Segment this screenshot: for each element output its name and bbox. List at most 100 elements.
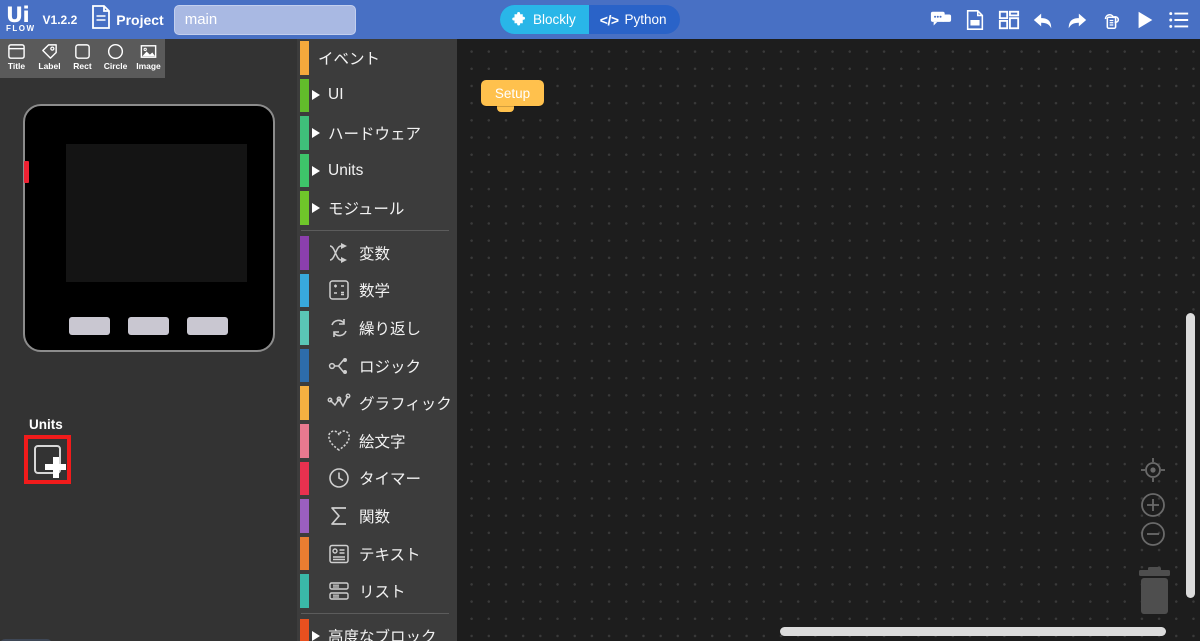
zoom-in-icon[interactable] [1140,492,1166,518]
device-button-b[interactable] [128,317,169,335]
play-icon[interactable] [1134,9,1156,31]
widget-label-label: Label [38,61,61,71]
variables-icon [312,241,351,265]
logic-icon [312,354,351,378]
zoom-out-icon[interactable] [1140,521,1166,547]
device-button-a[interactable] [69,317,110,335]
center-view-icon[interactable] [1140,457,1166,483]
circle-icon [106,42,125,61]
category-2[interactable]: ハードウェア [297,114,457,152]
function-icon [312,504,351,528]
setup-block[interactable]: Setup [481,80,544,106]
category-4[interactable]: モジュール [297,189,457,227]
category-5[interactable]: 変数 [297,234,457,272]
category-color-swatch [300,78,309,113]
list-icon [312,579,351,603]
layout-grid-icon[interactable] [998,9,1020,31]
category-color-swatch [300,273,309,308]
redo-arrow-icon[interactable] [1066,9,1088,31]
category-label: テキスト [359,546,421,564]
puzzle-icon [511,12,527,27]
category-color-swatch [300,461,309,496]
trash-icon[interactable] [1131,567,1178,622]
category-0[interactable]: イベント [297,39,457,77]
widget-toolbar: Title Label Rect Circle Image [0,39,165,78]
category-1[interactable]: UI [297,77,457,115]
app-logo: Ui FLOW [6,2,36,33]
code-brackets-icon: </> [599,11,619,28]
category-color-swatch [300,41,309,75]
category-6[interactable]: 数学 [297,272,457,310]
category-8[interactable]: ロジック [297,347,457,385]
category-color-swatch [300,116,309,150]
uiflow-app: Ui FLOW V1.2.2 Project Blockly </> Pytho… [0,0,1200,641]
category-13[interactable]: テキスト [297,535,457,573]
category-color-swatch [300,536,309,571]
top-bar: Ui FLOW V1.2.2 Project Blockly </> Pytho… [0,0,1200,39]
workspace-horizontal-scrollbar[interactable] [780,627,1166,636]
chevron-right-icon [312,127,320,138]
category-12[interactable]: 関数 [297,497,457,535]
category-7[interactable]: 繰り返し [297,309,457,347]
setup-block-notch [497,105,514,112]
category-14[interactable]: リスト [297,572,457,610]
device-preview[interactable] [23,104,275,352]
category-10[interactable]: 絵文字 [297,422,457,460]
widget-image-label: Image [136,61,161,71]
math-icon [312,278,351,302]
logo-primary-text: Ui [6,2,30,27]
tag-icon [40,42,59,61]
graphics-icon [312,391,351,415]
blockly-workspace[interactable]: Setup [457,39,1200,641]
category-label: ロジック [359,358,422,376]
category-label: タイマー [359,471,422,489]
widget-title[interactable]: Title [0,39,33,78]
widget-image[interactable]: Image [132,39,165,78]
editor-mode-toggle: Blockly </> Python [500,5,680,34]
category-color-swatch [300,423,309,458]
category-label: リスト [359,584,406,602]
undo-arrow-icon[interactable] [1032,9,1054,31]
category-color-swatch [300,311,309,345]
tab-python[interactable]: </> Python [589,5,680,34]
logo-secondary-text: FLOW [6,23,36,33]
category-label: イベント [318,50,381,68]
plus-icon [34,445,66,478]
device-screen[interactable] [66,144,247,282]
timer-icon [312,466,351,490]
category-color-swatch [300,499,309,533]
project-label: Project [116,11,164,28]
category-label: 繰り返し [359,320,422,338]
workspace-vertical-scrollbar[interactable] [1186,313,1195,598]
file-text-icon[interactable] [964,9,986,31]
device-button-c[interactable] [187,317,228,335]
widget-circle-label: Circle [103,61,128,71]
widget-circle[interactable]: Circle [99,39,132,78]
category-9[interactable]: グラフィック [297,384,457,422]
category-11[interactable]: タイマー [297,460,457,498]
add-unit-button[interactable] [24,435,71,484]
category-separator [301,229,449,231]
widget-label[interactable]: Label [33,39,66,78]
category-color-swatch [300,235,309,270]
category-color-swatch [300,348,309,383]
category-label: Units [328,161,364,179]
chevron-right-icon [312,630,320,641]
tab-blockly[interactable]: Blockly [500,5,589,34]
chat-bubbles-icon[interactable] [930,9,952,31]
category-label: 関数 [359,508,391,526]
cloud-download-icon[interactable] [1100,9,1122,31]
category-label: 数学 [359,283,391,301]
category-label: モジュール [328,201,405,219]
category-label: 絵文字 [359,433,406,451]
tab-python-label: Python [624,12,667,27]
category-label: グラフィック [359,396,452,414]
hamburger-menu-icon[interactable] [1168,9,1190,31]
loop-icon [312,316,351,340]
category-3[interactable]: Units [297,152,457,190]
widget-rect[interactable]: Rect [66,39,99,78]
category-15[interactable]: 高度なブロック [297,617,457,641]
chevron-right-icon [312,203,320,214]
project-name-input[interactable] [173,4,356,35]
category-color-swatch [300,153,309,188]
